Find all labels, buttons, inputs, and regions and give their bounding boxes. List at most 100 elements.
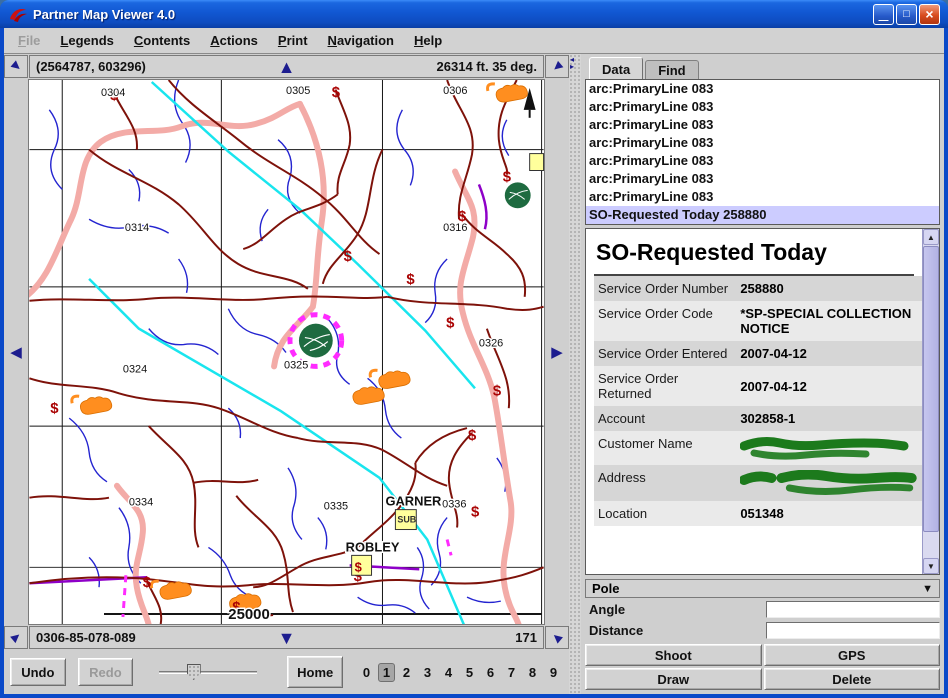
svg-text:0336: 0336 [442, 499, 466, 511]
menu-navigation[interactable]: Navigation [318, 30, 404, 51]
facility-boxes[interactable]: SUB $ [352, 154, 544, 576]
minimize-button[interactable]: — [873, 4, 894, 25]
zoom-slider[interactable] [159, 662, 257, 682]
detail-row: Service Order Entered2007-04-12 [594, 341, 922, 366]
slider-thumb[interactable] [187, 664, 201, 680]
menu-file: File [8, 30, 50, 51]
title-bar: Partner Map Viewer 4.0 — □ × [0, 0, 948, 28]
page-6[interactable]: 6 [481, 663, 500, 682]
page-5[interactable]: 5 [460, 663, 479, 682]
list-item-selected[interactable]: SO-Requested Today 258880 [586, 206, 939, 224]
menu-contents[interactable]: Contents [124, 30, 200, 51]
detail-scrollbar[interactable]: ▲ ▼ [922, 229, 939, 574]
delete-button[interactable]: Delete [764, 668, 941, 690]
slider-track [159, 671, 257, 674]
app-window: Partner Map Viewer 4.0 — □ × File Legend… [0, 0, 948, 698]
draw-button[interactable]: Draw [585, 668, 762, 690]
detail-row: Service Order Number258880 [594, 276, 922, 301]
map-rivers [89, 82, 475, 624]
map-canvas[interactable]: $$ $$ $$ $$ $$ $$ $$ SUB [28, 79, 545, 625]
menu-bar: File Legends Contents Actions Print Navi… [4, 28, 944, 54]
map-highways [29, 104, 519, 624]
pan-corner-topleft-button[interactable]: ▶ [4, 55, 28, 78]
undo-button[interactable]: Undo [10, 658, 66, 686]
detail-panel: SO-Requested Today Service Order Number2… [585, 228, 940, 575]
svg-text:0304: 0304 [101, 87, 125, 99]
pan-left-strip: ◀ [4, 79, 28, 625]
maximize-icon: □ [903, 8, 910, 20]
svg-text:SUB: SUB [397, 515, 416, 525]
list-item[interactable]: arc:PrimaryLine 083 [586, 116, 939, 134]
pan-corner-bottomright-button[interactable]: ▶ [545, 626, 569, 649]
list-item[interactable]: arc:PrimaryLine 083 [586, 188, 939, 206]
page-7[interactable]: 7 [502, 663, 521, 682]
bottom-toolbar: Undo Redo Home 0 1 2 3 4 5 6 7 8 9 [4, 650, 569, 694]
menu-help[interactable]: Help [404, 30, 452, 51]
detail-row: Location051348 [594, 501, 922, 526]
map-primary-lines [29, 184, 486, 583]
pan-corner-topright-button[interactable]: ▶ [545, 55, 569, 78]
page-2[interactable]: 2 [397, 663, 416, 682]
menu-print[interactable]: Print [268, 30, 318, 51]
range-bearing-readout: 26314 ft. 35 deg. [437, 59, 543, 74]
pan-down-button[interactable]: ▼ [278, 627, 296, 649]
angle-input[interactable] [766, 601, 940, 618]
pan-right-strip: ▶ [545, 79, 569, 625]
list-item[interactable]: arc:PrimaryLine 083 [586, 80, 939, 98]
list-item[interactable]: arc:PrimaryLine 083 [586, 98, 939, 116]
tab-find[interactable]: Find [645, 60, 698, 79]
page-3[interactable]: 3 [418, 663, 437, 682]
corner-arrow-icon: ▶ [9, 631, 23, 645]
logo-marker[interactable] [299, 324, 333, 358]
list-item[interactable]: arc:PrimaryLine 083 [586, 170, 939, 188]
app-logo-icon [8, 5, 28, 23]
scroll-up-button[interactable]: ▲ [923, 229, 939, 245]
tab-bar: Data Find [585, 57, 940, 79]
home-button[interactable]: Home [287, 656, 343, 688]
menu-legends[interactable]: Legends [50, 30, 123, 51]
detail-title: SO-Requested Today [594, 235, 922, 274]
close-button[interactable]: × [919, 4, 940, 25]
pole-dropdown[interactable]: Pole ▼ [585, 579, 940, 598]
svg-text:GARNER: GARNER [385, 494, 442, 509]
svg-text:$: $ [446, 316, 455, 332]
scroll-down-button[interactable]: ▼ [923, 558, 939, 574]
split-divider[interactable]: ◂ ▸ [569, 54, 581, 694]
pole-label: Pole [592, 581, 619, 596]
grid-id-readout: 0306-85-078-089 [30, 630, 136, 645]
pan-left-button[interactable]: ◀ [10, 345, 22, 360]
svg-text:$: $ [344, 249, 353, 265]
scrollbar-thumb[interactable] [923, 246, 939, 532]
redo-button[interactable]: Redo [78, 658, 134, 686]
detail-row: Customer Name [594, 431, 922, 465]
maximize-button[interactable]: □ [896, 4, 917, 25]
map-bottom-statusbar: 0306-85-078-089 ▼ 171 [29, 626, 544, 649]
page-0[interactable]: 0 [357, 663, 376, 682]
feature-count-readout: 171 [515, 630, 543, 645]
detail-row: Address [594, 465, 922, 501]
logo-marker[interactable] [505, 182, 531, 208]
page-4[interactable]: 4 [439, 663, 458, 682]
pan-corner-bottomleft-button[interactable]: ▶ [4, 626, 28, 649]
svg-text:0325: 0325 [284, 359, 308, 371]
svg-text:$: $ [50, 401, 59, 417]
pan-up-button[interactable]: ▲ [278, 56, 296, 78]
page-9[interactable]: 9 [544, 663, 563, 682]
distance-input[interactable] [766, 622, 940, 639]
detail-row: Account302858-1 [594, 406, 922, 431]
list-item[interactable]: arc:PrimaryLine 083 [586, 134, 939, 152]
gps-button[interactable]: GPS [764, 644, 941, 666]
menu-actions[interactable]: Actions [200, 30, 268, 51]
collapse-right-icon[interactable]: ▸ [570, 63, 574, 70]
tab-data[interactable]: Data [589, 57, 643, 79]
scroll-down-icon: ▼ [927, 562, 935, 571]
svg-text:0314: 0314 [125, 222, 149, 234]
angle-label: Angle [585, 602, 766, 617]
pan-right-button[interactable]: ▶ [551, 345, 563, 360]
window-title: Partner Map Viewer 4.0 [33, 7, 873, 22]
shoot-button[interactable]: Shoot [585, 644, 762, 666]
list-item[interactable]: arc:PrimaryLine 083 [586, 152, 939, 170]
page-8[interactable]: 8 [523, 663, 542, 682]
minimize-icon: — [879, 18, 889, 24]
page-1[interactable]: 1 [378, 663, 395, 682]
